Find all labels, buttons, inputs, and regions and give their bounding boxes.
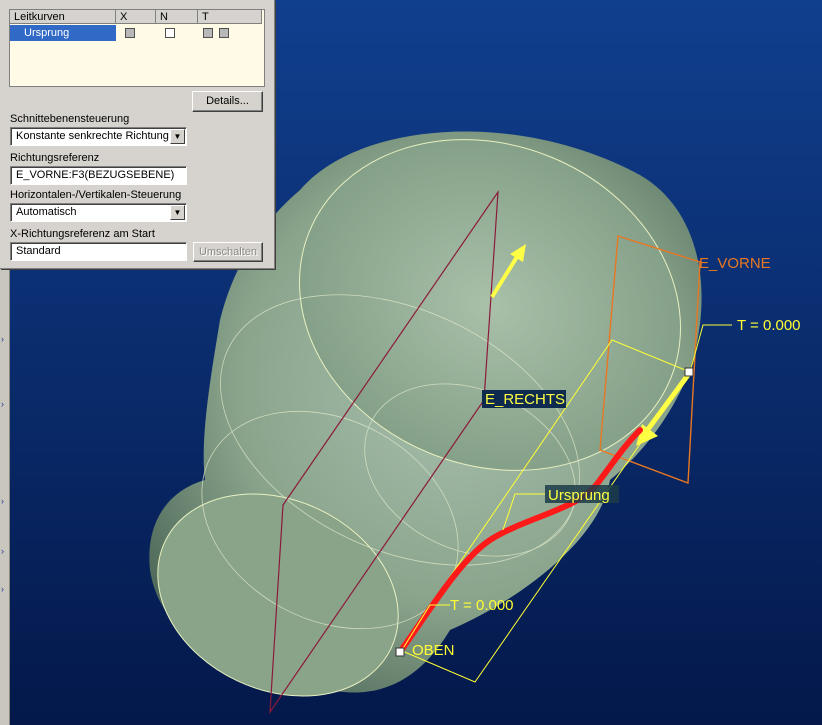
hv-control-value: Automatisch: [16, 206, 77, 218]
direction-ref-label: Richtungsreferenz: [10, 152, 100, 164]
label-t-lower: T = 0.000: [450, 597, 514, 614]
column-n[interactable]: N: [156, 10, 198, 24]
x-ref-field[interactable]: Standard: [10, 242, 187, 261]
row-name[interactable]: Ursprung: [10, 25, 116, 41]
section-control-label: Schnittebenensteuerung: [10, 113, 130, 125]
details-button[interactable]: Details...: [192, 91, 263, 112]
table-row[interactable]: Ursprung: [10, 25, 264, 41]
column-t[interactable]: T: [198, 10, 262, 24]
section-control-value: Konstante senkrechte Richtung: [16, 130, 169, 142]
label-e-rechts: E_RECHTS: [485, 391, 565, 408]
trajectory-table[interactable]: Leitkurven X N T Ursprung: [9, 9, 265, 87]
chevron-down-icon[interactable]: ▼: [170, 205, 185, 220]
strip-chevron-icon[interactable]: ›: [1, 497, 4, 506]
strip-chevron-icon[interactable]: ›: [1, 400, 4, 409]
hv-control-label: Horizontalen-/Vertikalen-Steuerung: [10, 189, 182, 201]
sweep-options-panel: Leitkurven X N T Ursprung Details... Sch…: [0, 0, 275, 269]
label-e-vorne: E_VORNE: [699, 255, 771, 272]
start-point-upper[interactable]: [684, 367, 694, 377]
section-control-select[interactable]: Konstante senkrechte Richtung ▼: [10, 127, 187, 146]
label-curve: Ursprung: [548, 487, 610, 504]
column-x[interactable]: X: [116, 10, 156, 24]
direction-ref-field[interactable]: E_VORNE:F3(BEZUGSEBENE): [10, 166, 187, 185]
start-point-lower[interactable]: [395, 647, 405, 657]
chevron-down-icon[interactable]: ▼: [170, 129, 185, 144]
label-t-upper: T = 0.000: [737, 317, 801, 334]
n-checkbox[interactable]: [165, 28, 175, 38]
x-checkbox[interactable]: [125, 28, 135, 38]
strip-chevron-icon[interactable]: ›: [1, 335, 4, 344]
x-ref-label: X-Richtungsreferenz am Start: [10, 228, 155, 240]
strip-chevron-icon[interactable]: ›: [1, 547, 4, 556]
column-leitkurven[interactable]: Leitkurven: [10, 10, 116, 24]
strip-chevron-icon[interactable]: ›: [1, 585, 4, 594]
t-checkbox-2[interactable]: [219, 28, 229, 38]
t-checkbox[interactable]: [203, 28, 213, 38]
toggle-button[interactable]: Umschalten: [193, 242, 263, 262]
label-oben: OBEN: [412, 642, 455, 659]
hv-control-select[interactable]: Automatisch ▼: [10, 203, 187, 222]
